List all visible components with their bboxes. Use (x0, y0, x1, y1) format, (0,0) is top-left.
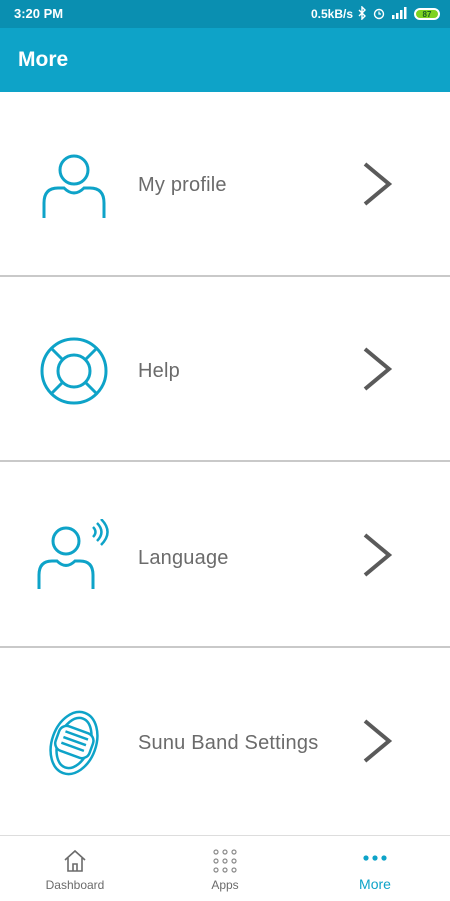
nav-label: More (359, 876, 391, 892)
bottom-navigation: Dashboard Apps More (0, 835, 450, 901)
person-voice-icon (37, 519, 109, 589)
nav-item-more[interactable]: More (300, 836, 450, 901)
chevron-right-icon (363, 533, 393, 577)
status-bar: 3:20 PM 0.5kB/s 87 (0, 0, 450, 28)
menu-item-label: Help (138, 360, 180, 382)
menu-item-label: Sunu Band Settings (138, 732, 319, 754)
menu-item-sunu-band-settings[interactable]: Sunu Band Settings (0, 649, 450, 834)
menu-item-help[interactable]: Help (0, 277, 450, 462)
lifebuoy-icon (40, 337, 108, 405)
nav-label: Apps (211, 878, 239, 892)
battery-level: 87 (422, 9, 432, 19)
dots-icon (363, 855, 387, 861)
battery-icon: 87 (414, 8, 440, 20)
nav-label: Dashboard (45, 878, 105, 892)
signal-icon (391, 6, 409, 23)
app-bar: More (0, 28, 450, 92)
menu-item-my-profile[interactable]: My profile (0, 92, 450, 277)
chevron-right-icon (363, 719, 393, 763)
nav-item-dashboard[interactable]: Dashboard (0, 836, 150, 901)
status-time: 3:20 PM (14, 6, 64, 21)
status-indicators: 0.5kB/s 87 (310, 4, 440, 23)
nav-item-apps[interactable]: Apps (150, 836, 300, 901)
bluetooth-icon (358, 4, 367, 23)
page-title: More (18, 48, 69, 71)
menu-item-label: My profile (138, 174, 227, 196)
menu-item-language[interactable]: Language (0, 463, 450, 648)
wristband-icon (49, 710, 99, 776)
divider (0, 460, 450, 462)
network-speed: 0.5kB/s (310, 7, 353, 21)
alarm-icon (372, 6, 386, 23)
divider (0, 646, 450, 648)
person-icon (42, 154, 106, 218)
menu-item-label: Language (138, 547, 229, 569)
chevron-right-icon (363, 162, 393, 206)
chevron-right-icon (363, 347, 393, 391)
home-icon (64, 849, 86, 872)
grid-icon (213, 849, 237, 873)
